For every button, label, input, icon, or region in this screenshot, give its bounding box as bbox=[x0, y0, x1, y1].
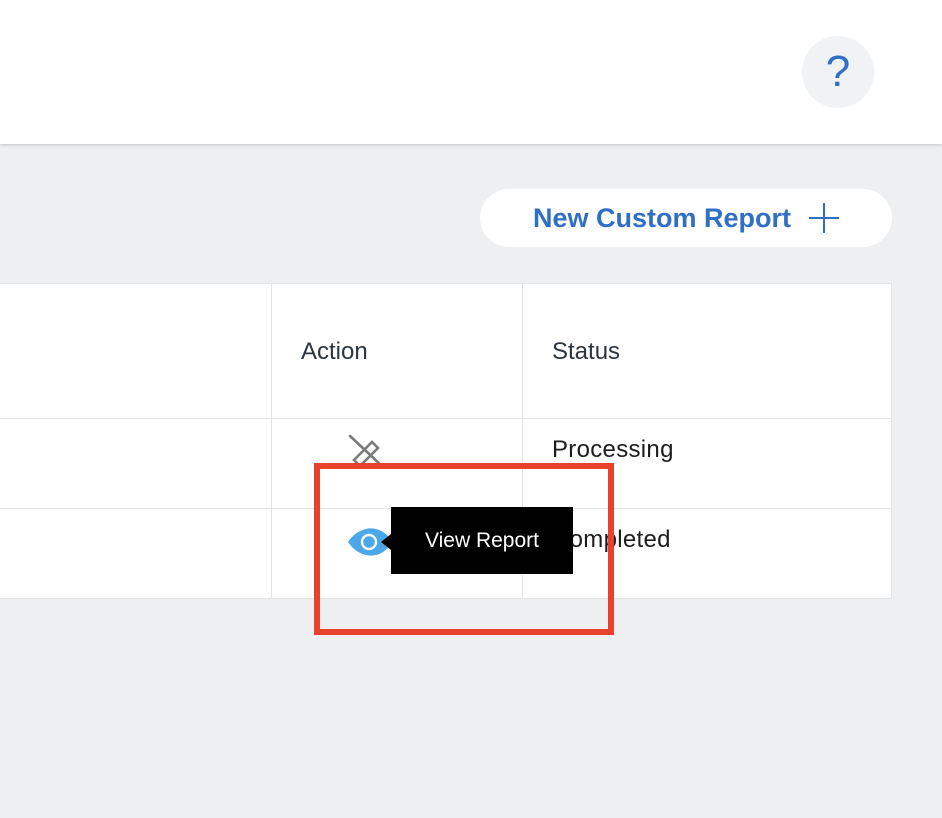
help-button[interactable]: ? bbox=[802, 36, 874, 108]
column-header-status: Status bbox=[552, 338, 621, 365]
help-icon: ? bbox=[825, 47, 851, 96]
top-bar: ? bbox=[0, 0, 942, 144]
plus-icon bbox=[809, 203, 840, 233]
column-header-action: Action bbox=[301, 338, 368, 365]
status-text: Processing bbox=[552, 436, 674, 463]
new-custom-report-label: New Custom Report bbox=[532, 202, 792, 233]
new-custom-report-button[interactable]: New Custom Report bbox=[480, 189, 892, 247]
highlight-annotation bbox=[314, 463, 614, 635]
column-divider bbox=[271, 284, 272, 598]
row-divider bbox=[0, 418, 891, 419]
